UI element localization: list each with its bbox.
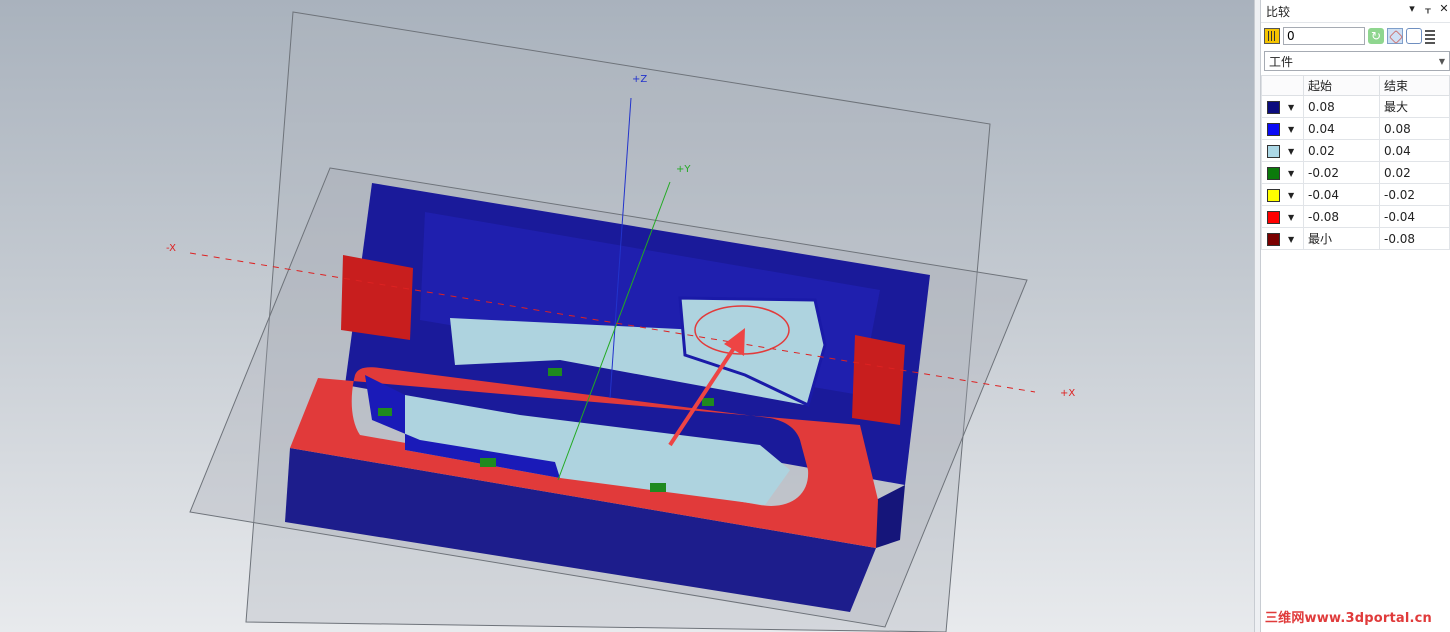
range-start-cell[interactable]: 0.02 — [1303, 139, 1380, 162]
watermark-text: 三维网www.3dportal.cn — [1264, 611, 1432, 626]
color-cell[interactable]: ▼ — [1261, 117, 1304, 140]
range-start-cell[interactable]: 0.08 — [1303, 95, 1380, 118]
chevron-down-icon[interactable]: ▼ — [1288, 147, 1294, 156]
range-end-cell[interactable]: 最大 — [1379, 95, 1450, 118]
range-start-cell[interactable]: 0.04 — [1303, 117, 1380, 140]
chevron-down-icon[interactable]: ▼ — [1288, 103, 1294, 112]
table-row[interactable]: ▼ 最小 -0.08 — [1261, 227, 1450, 250]
color-cell[interactable]: ▼ — [1261, 139, 1304, 162]
chevron-down-icon[interactable]: ▼ — [1288, 191, 1294, 200]
color-swatch[interactable] — [1267, 210, 1280, 224]
color-swatch[interactable] — [1267, 144, 1280, 158]
color-swatch[interactable] — [1267, 232, 1280, 246]
target-select[interactable]: 工件 ▼ — [1264, 51, 1450, 71]
table-header-row: 起始 结束 — [1261, 75, 1450, 96]
pin-icon[interactable]: ᚁ — [1422, 2, 1434, 15]
column-header-end: 结束 — [1379, 75, 1450, 96]
tolerance-input[interactable] — [1283, 27, 1365, 45]
shaded-view-icon[interactable] — [1387, 28, 1403, 44]
tolerance-icon[interactable] — [1264, 28, 1280, 44]
panel-header: 比较 ▾ ᚁ ✕ — [1261, 0, 1450, 23]
table-row[interactable]: ▼ 0.02 0.04 — [1261, 139, 1450, 162]
compare-toolbar: ↻ — [1261, 24, 1450, 48]
table-row[interactable]: ▼ -0.04 -0.02 — [1261, 183, 1450, 206]
range-start-cell[interactable]: 最小 — [1303, 227, 1380, 250]
column-header-color — [1261, 75, 1304, 96]
range-start-cell[interactable]: -0.02 — [1303, 161, 1380, 184]
color-cell[interactable]: ▼ — [1261, 95, 1304, 118]
table-row[interactable]: ▼ -0.02 0.02 — [1261, 161, 1450, 184]
color-range-table: 起始 结束 ▼ 0.08 最大 ▼ 0.04 0.08 ▼ 0.02 0.04 ▼ -0.02 0.0… — [1261, 75, 1450, 250]
color-cell[interactable]: ▼ — [1261, 183, 1304, 206]
chevron-down-icon[interactable]: ▼ — [1288, 125, 1294, 134]
model-scene[interactable]: +Z +Y -X +X — [0, 0, 1254, 632]
column-header-start: 起始 — [1303, 75, 1380, 96]
chevron-down-icon[interactable]: ▼ — [1288, 169, 1294, 178]
x-axis-neg-label: -X — [166, 243, 176, 254]
range-end-cell[interactable]: 0.02 — [1379, 161, 1450, 184]
table-row[interactable]: ▼ 0.08 最大 — [1261, 95, 1450, 118]
chevron-down-icon: ▼ — [1438, 56, 1445, 66]
range-start-cell[interactable]: -0.08 — [1303, 205, 1380, 228]
panel-title: 比较 — [1266, 4, 1291, 19]
panel-splitter[interactable] — [1254, 0, 1261, 632]
chevron-down-icon[interactable]: ▼ — [1288, 213, 1294, 222]
green-spot — [548, 368, 562, 376]
green-spot — [378, 408, 392, 416]
range-end-cell[interactable]: -0.08 — [1379, 227, 1450, 250]
color-swatch[interactable] — [1267, 122, 1280, 136]
dropdown-icon[interactable]: ▾ — [1406, 2, 1418, 15]
wireframe-view-icon[interactable] — [1406, 28, 1422, 44]
block-right-face — [852, 335, 905, 425]
color-swatch[interactable] — [1267, 188, 1280, 202]
green-spot — [702, 398, 714, 406]
table-row[interactable]: ▼ -0.08 -0.04 — [1261, 205, 1450, 228]
range-end-cell[interactable]: 0.08 — [1379, 117, 1450, 140]
green-spot — [480, 458, 496, 467]
z-axis-label: +Z — [632, 74, 647, 85]
x-axis-pos-label: +X — [1060, 388, 1075, 399]
range-end-cell[interactable]: 0.04 — [1379, 139, 1450, 162]
y-axis-label: +Y — [676, 164, 691, 175]
range-start-cell[interactable]: -0.04 — [1303, 183, 1380, 206]
color-cell[interactable]: ▼ — [1261, 205, 1304, 228]
range-end-cell[interactable]: -0.02 — [1379, 183, 1450, 206]
table-row[interactable]: ▼ 0.04 0.08 — [1261, 117, 1450, 140]
compare-panel: 比较 ▾ ᚁ ✕ ↻ 工件 ▼ 起始 结束 ▼0.08最大▼0.040.08▼0… — [1261, 0, 1450, 632]
refresh-icon[interactable]: ↻ — [1368, 28, 1384, 44]
range-end-cell[interactable]: -0.04 — [1379, 205, 1450, 228]
color-cell[interactable]: ▼ — [1261, 227, 1304, 250]
color-swatch[interactable] — [1267, 166, 1280, 180]
settings-grid-icon[interactable] — [1425, 28, 1435, 44]
close-icon[interactable]: ✕ — [1438, 2, 1450, 15]
3d-viewport[interactable]: +Z +Y -X +X — [0, 0, 1254, 632]
block-left-face — [341, 255, 413, 340]
color-cell[interactable]: ▼ — [1261, 161, 1304, 184]
green-spot — [650, 483, 666, 492]
color-swatch[interactable] — [1267, 100, 1280, 114]
chevron-down-icon[interactable]: ▼ — [1288, 235, 1294, 244]
target-select-value: 工件 — [1269, 54, 1294, 69]
